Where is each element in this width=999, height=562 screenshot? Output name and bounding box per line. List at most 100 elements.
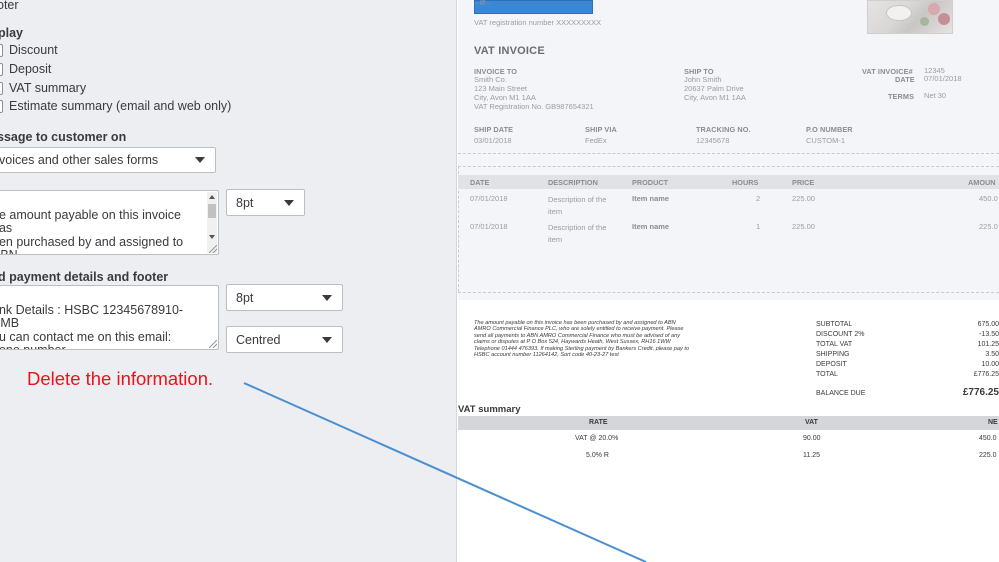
line-description-text: Description of the [548,195,607,204]
cup-shape [886,5,912,21]
vat-net: 450.0 [979,435,997,442]
line-date: 07/01/2018 [470,194,508,203]
flower-shape [928,3,940,15]
invoice-to-line: 123 Main Street [474,84,527,93]
line-amount: 450.0 [979,194,998,203]
shipping-value: 3.50 [985,351,999,358]
checkbox-box[interactable] [0,62,3,76]
flower-shape [938,13,950,25]
chevron-down-icon [322,294,332,301]
display-section-label: play [0,26,24,40]
column-header: DATE [470,178,490,187]
line-hours: 2 [756,194,761,203]
payment-footer-section-label: d payment details and footer [0,270,169,284]
line-description: Description of the item [548,194,606,218]
message-font-size-select[interactable]: 8pt [226,189,305,216]
line-date: 07/01/2018 [470,222,508,231]
po-label: P.O NUMBER [806,125,853,134]
discount-label: DISCOUNT 2% [816,331,865,338]
vat-amount: 90.00 [803,435,821,442]
scroll-up-icon[interactable] [209,195,215,199]
footer-font-size-select[interactable]: 8pt [226,284,343,311]
settings-panel: oter play Discount Deposit VAT summary E… [0,0,457,562]
invoice-to-line: VAT Registration No. GB987654321 [474,102,594,111]
ship-to-line: 20637 Palm Drive [684,84,744,93]
scroll-thumb[interactable] [208,204,216,218]
footer-textarea-text: ank Details : HSBC 12345678910- SMB ou c… [0,302,184,350]
ship-to-line: John Smith [684,75,722,84]
footer-font-size-value: 8pt [236,290,254,305]
column-header: HOURS [732,178,759,187]
footer-alignment-value: Centred [236,332,281,347]
annotation-text: Delete the information. [27,368,214,389]
redacted-highlight [474,0,593,14]
company-email: ...@... [474,0,492,6]
vat-registration: VAT registration number XXXXXXXXX [474,18,602,27]
vat-amount: 11.25 [803,452,820,459]
estimate-summary-checkbox[interactable]: Estimate summary (email and web only) [0,99,231,113]
terms-label: TERMS [888,92,915,101]
vat-net: 225.0 [979,452,997,459]
vat-summary-checkbox[interactable]: VAT summary [0,81,86,95]
message-scrollbar[interactable] [207,192,217,253]
line-price: 225.00 [792,222,815,231]
message-textarea[interactable]: he amount payable on this invoice has ee… [0,190,219,255]
ship-via: FedEx [585,136,607,145]
line-items-header: DATE DESCRIPTION PRODUCT HOURS PRICE AMO… [458,175,999,189]
column-header: AMOUN [968,178,996,187]
column-header: PRODUCT [632,178,669,187]
footer-alignment-select[interactable]: Centred [226,326,343,353]
discount-checkbox[interactable]: Discount [0,43,58,57]
invoice-to-block: Smith Co. 123 Main Street City, Avon M1 … [474,75,594,111]
po-number: CUSTOM-1 [806,136,846,145]
line-description-text: Description of the [548,223,607,232]
message-form-select-value: voices and other sales forms [0,153,159,167]
subtotal-label: SUBTOTAL [816,321,853,328]
total-vat-value: 101.25 [977,341,999,348]
scroll-down-icon[interactable] [209,235,215,239]
deposit-label: DEPOSIT [816,361,847,368]
vat-summary-header: RATE VAT NE [458,416,999,430]
discount-value: -13.50 [979,331,999,338]
footer-textarea[interactable]: ank Details : HSBC 12345678910- SMB ou c… [0,285,219,350]
deposit-value: 10.00 [981,361,999,368]
vat-column-header: RATE [589,419,608,426]
resize-grip-icon[interactable] [209,340,217,348]
message-form-select[interactable]: voices and other sales forms [0,147,216,173]
message-section-label: ssage to customer on [0,130,127,144]
tracking-label: TRACKING NO. [696,125,751,134]
ship-date: 03/01/2018 [474,136,512,145]
vat-rate: VAT @ 20.0% [575,435,619,442]
checkbox-box[interactable] [0,99,3,113]
invoice-title: VAT INVOICE [474,45,545,57]
ship-to-block: John Smith 20637 Palm Drive City, Avon M… [684,75,746,102]
line-product: Item name [632,222,670,231]
line-hours: 1 [756,222,761,231]
vat-rate: 5.0% R [586,452,609,459]
deposit-label: Deposit [9,62,52,76]
deposit-checkbox[interactable]: Deposit [0,62,51,76]
balance-due-value: £776.25 [962,387,999,398]
checkbox-box[interactable] [0,81,3,95]
line-description-text: item [548,207,563,216]
resize-grip-icon[interactable] [209,245,217,253]
vat-column-header: VAT [805,419,818,426]
invoice-preview: ...@... VAT registration number XXXXXXXX… [458,0,999,562]
footer-section-label: oter [0,0,19,12]
total-value: £776.25 [973,371,999,378]
balance-due-label: BALANCE DUE [816,390,866,397]
vat-summary-label: VAT summary [9,81,87,95]
terms-value: Net 30 [924,91,947,100]
line-product: Item name [632,194,670,203]
ship-to-line: City, Avon M1 1AA [684,93,746,102]
line-description-text: item [548,235,563,244]
ship-date-label: SHIP DATE [474,125,514,134]
tracking-no: 12345678 [696,136,730,145]
message-font-size-value: 8pt [236,195,254,210]
line-description: Description of the item [548,222,606,246]
ship-via-label: SHIP VIA [585,125,617,134]
chevron-down-icon [322,336,332,343]
invoice-footer-message: The amount payable on this invoice has b… [474,320,689,359]
checkbox-box[interactable] [0,43,3,57]
total-label: TOTAL [816,371,838,378]
